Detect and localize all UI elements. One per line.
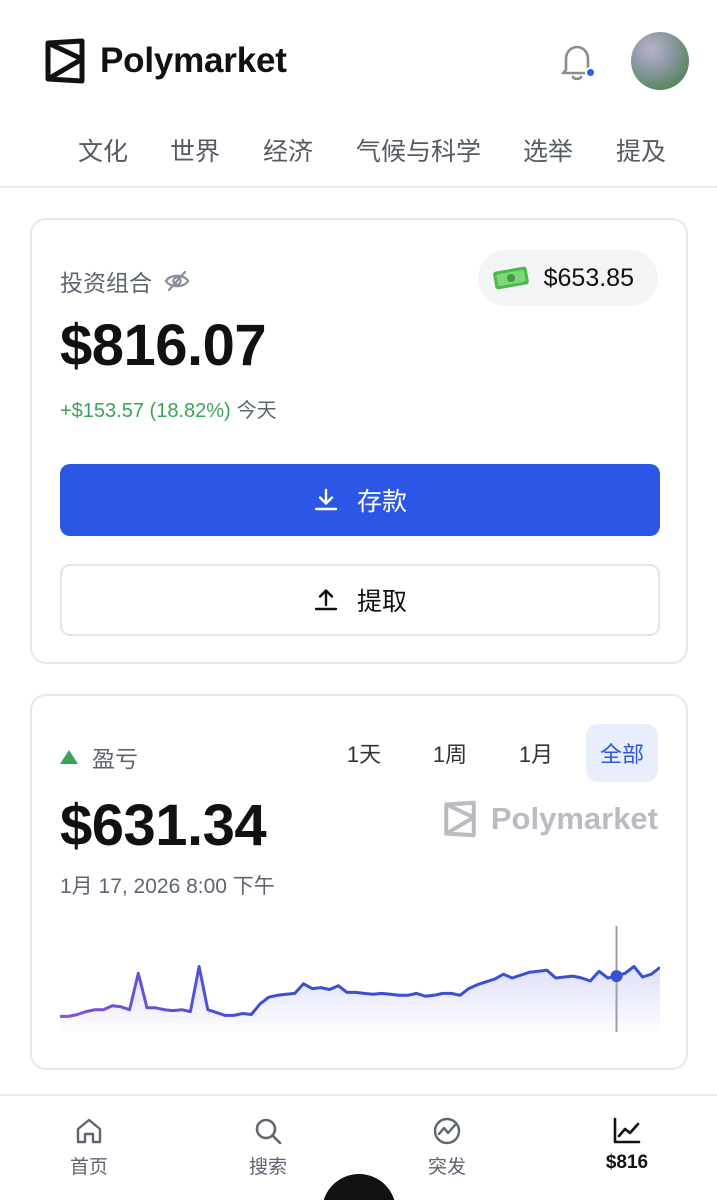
nav-portfolio[interactable]: $816 bbox=[577, 1116, 677, 1174]
polymarket-watermark-icon bbox=[444, 800, 476, 838]
top-header: Polymarket bbox=[0, 0, 717, 120]
pnl-date: 1月 17, 2026 8:00 下午 bbox=[60, 875, 275, 898]
polymarket-logo-icon bbox=[45, 38, 85, 84]
deposit-label: 存款 bbox=[356, 488, 407, 516]
portfolio-label-row: 投资组合 bbox=[60, 264, 190, 298]
range-1m[interactable]: 1月 bbox=[500, 724, 572, 782]
withdraw-label: 提取 bbox=[356, 588, 407, 616]
nav-home[interactable]: 首页 bbox=[39, 1116, 139, 1179]
nav-breaking-label: 突发 bbox=[427, 1157, 466, 1178]
portfolio-label: 投资组合 bbox=[60, 270, 152, 296]
tab-mentions[interactable]: 提及 bbox=[616, 132, 666, 168]
range-1d[interactable]: 1天 bbox=[328, 724, 400, 782]
tab-elections[interactable]: 选举 bbox=[523, 132, 573, 168]
brand-name: Polymarket bbox=[100, 41, 287, 80]
trending-icon bbox=[433, 1117, 461, 1145]
portfolio-card: 投资组合 $653.85 $816.07 +$153.57 (18.82%) 今天… bbox=[30, 218, 688, 664]
upload-icon bbox=[314, 589, 338, 611]
deposit-button[interactable]: 存款 bbox=[60, 464, 660, 536]
tab-economy[interactable]: 经济 bbox=[263, 132, 313, 168]
portfolio-change-amount: +$153.57 (18.82%) bbox=[60, 400, 231, 422]
pnl-card: 盈亏 1天 1周 1月 全部 $631.34 Polymarket 1月 17,… bbox=[30, 694, 688, 1070]
polymarket-logo[interactable]: Polymarket bbox=[44, 38, 287, 84]
watermark-text: Polymarket bbox=[490, 801, 658, 836]
avatar[interactable] bbox=[631, 32, 689, 90]
nav-portfolio-label: $816 bbox=[605, 1152, 649, 1173]
portfolio-value: $816.07 bbox=[60, 313, 267, 378]
eye-off-icon[interactable] bbox=[164, 270, 190, 292]
chart-icon bbox=[613, 1117, 641, 1144]
nav-breaking[interactable]: 突发 bbox=[397, 1116, 497, 1179]
chart-cursor-point bbox=[610, 970, 623, 983]
range-1w[interactable]: 1周 bbox=[414, 724, 486, 782]
pnl-value: $631.34 bbox=[60, 793, 267, 858]
pnl-label-row: 盈亏 bbox=[60, 740, 138, 774]
withdraw-button[interactable]: 提取 bbox=[60, 564, 660, 636]
up-triangle-icon bbox=[60, 750, 78, 764]
tab-climate-science[interactable]: 气候与科学 bbox=[356, 132, 481, 168]
category-tabs: 文化 世界 经济 气候与科学 选举 提及 bbox=[0, 120, 717, 188]
time-range-selector: 1天 1周 1月 全部 bbox=[314, 724, 658, 782]
polymarket-watermark: Polymarket bbox=[443, 800, 658, 838]
cash-balance-pill[interactable]: $653.85 bbox=[477, 250, 658, 306]
download-icon bbox=[314, 488, 338, 511]
pnl-chart[interactable] bbox=[60, 926, 660, 1032]
nav-search-label: 搜索 bbox=[248, 1157, 287, 1178]
range-all[interactable]: 全部 bbox=[586, 724, 658, 782]
notification-dot bbox=[585, 67, 596, 78]
tab-world[interactable]: 世界 bbox=[170, 132, 220, 168]
search-icon bbox=[255, 1118, 282, 1145]
tab-culture[interactable]: 文化 bbox=[78, 132, 128, 168]
portfolio-change: +$153.57 (18.82%) 今天 bbox=[60, 394, 277, 423]
nav-home-label: 首页 bbox=[69, 1157, 108, 1178]
pnl-label: 盈亏 bbox=[92, 746, 138, 772]
home-icon bbox=[76, 1118, 102, 1144]
nav-search[interactable]: 搜索 bbox=[218, 1116, 318, 1179]
portfolio-change-period: 今天 bbox=[236, 400, 277, 422]
cash-balance: $653.85 bbox=[543, 263, 634, 292]
money-icon bbox=[492, 266, 529, 290]
